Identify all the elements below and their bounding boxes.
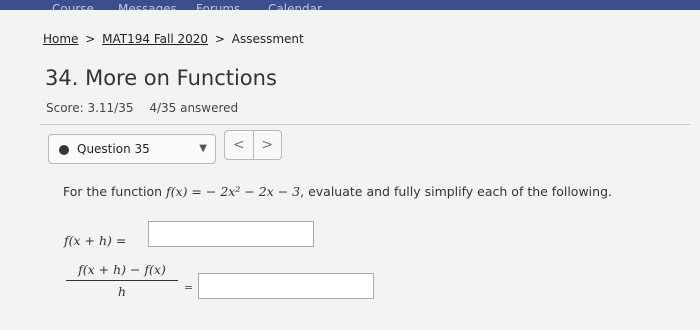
status-dot-icon <box>59 145 69 155</box>
next-question-button[interactable]: > <box>254 131 282 159</box>
answer-input-part2[interactable] <box>198 273 374 299</box>
page-title: 34. More on Functions <box>45 66 277 90</box>
divider <box>40 124 690 125</box>
prompt-suffix: , evaluate and fully simplify each of th… <box>300 184 612 199</box>
answered-count: 4/35 answered <box>149 101 239 115</box>
question-select[interactable]: Question 35 ▼ <box>48 134 216 164</box>
chevron-down-icon: ▼ <box>199 143 207 154</box>
difference-quotient-label: f(x + h) − f(x) h <box>66 262 178 299</box>
question-select-label: Question 35 <box>77 142 150 156</box>
breadcrumb-home-link[interactable]: Home <box>43 32 78 46</box>
fraction-numerator: f(x + h) − f(x) <box>78 262 166 277</box>
score-text: Score: 3.11/35 <box>46 101 134 115</box>
score-line: Score: 3.11/35 4/35 answered <box>46 101 238 115</box>
breadcrumb-current: Assessment <box>231 32 304 46</box>
question-nav-buttons: < > <box>224 130 282 160</box>
breadcrumb-course-link[interactable]: MAT194 Fall 2020 <box>102 32 208 46</box>
answer-input-part1[interactable] <box>148 221 314 247</box>
prompt-prefix: For the function <box>63 184 167 199</box>
breadcrumb: Home > MAT194 Fall 2020 > Assessment <box>43 32 304 46</box>
prev-question-button[interactable]: < <box>225 131 254 159</box>
part1-label: f(x + h) = <box>64 233 127 248</box>
function-expression: f(x) = − 2x² − 2x − 3 <box>166 184 301 199</box>
equals-sign: = <box>184 281 194 294</box>
fraction-denominator: h <box>117 284 127 299</box>
question-prompt: For the function f(x) = − 2x² − 2x − 3, … <box>63 184 612 199</box>
breadcrumb-separator: > <box>85 32 96 46</box>
breadcrumb-separator: > <box>214 32 225 46</box>
